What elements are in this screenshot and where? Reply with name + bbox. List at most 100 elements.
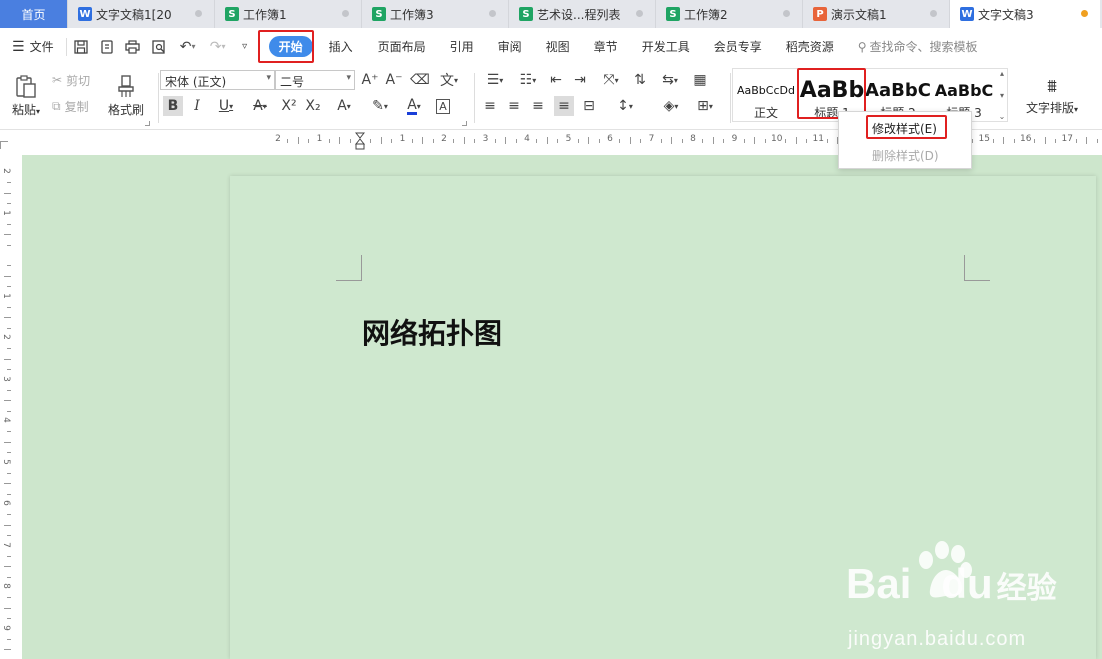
group-expand-corner (462, 121, 467, 126)
print-icon[interactable] (123, 28, 143, 65)
tab-chapter[interactable]: 章节 (582, 28, 630, 65)
divider (65, 37, 67, 56)
delete-style-menu-item[interactable]: 删除样式(D) (872, 147, 939, 164)
text-effect-icon[interactable]: A ▾ (329, 96, 359, 116)
align-center-icon[interactable]: ≡ (504, 96, 524, 116)
undo-icon[interactable]: ↶ ▾ (175, 28, 201, 65)
increase-indent-icon[interactable]: ⇥ (570, 70, 590, 90)
tab-references[interactable]: 引用 (438, 28, 486, 65)
close-icon[interactable] (783, 10, 790, 17)
print-preview-icon[interactable] (149, 28, 169, 65)
copy-button[interactable]: ⧉ 复制 (52, 97, 89, 115)
save-icon[interactable] (71, 28, 91, 65)
subscript-icon[interactable]: X₂ (303, 96, 323, 116)
tab-insert[interactable]: 插入 (323, 28, 366, 65)
ruler-tick (411, 139, 413, 143)
tab-workbook-2[interactable]: S 工作簿2 (656, 0, 803, 28)
ruler-number: 6 (0, 500, 11, 506)
text-layout-button[interactable]: ⩩ 文字排版▾ (1020, 69, 1084, 123)
close-icon[interactable] (342, 10, 349, 17)
spreadsheet-icon: S (666, 7, 680, 21)
cut-button[interactable]: ✂ 剪切 (52, 71, 90, 89)
sort-icon[interactable]: ⇅ (630, 70, 650, 90)
tab-view[interactable]: 视图 (534, 28, 582, 65)
tab-workbook-3[interactable]: S 工作簿3 (362, 0, 509, 28)
chinese-layout-icon[interactable]: ⤧ ▾ (596, 70, 626, 90)
tab-art-design-list[interactable]: S 艺术设...程列表 (509, 0, 656, 28)
ruler-tick (1044, 137, 1046, 144)
indent-marker[interactable] (354, 132, 366, 150)
ruler-tick (474, 139, 476, 143)
divider (158, 73, 159, 123)
close-icon[interactable] (489, 10, 496, 17)
menu-bar: ☰ 文件 ↶ ▾ ↷ ▾ ▿ 开始 插入 页面布局 引用 审阅 视图 章节 开发工具 … (0, 28, 1102, 65)
increase-font-size-icon[interactable]: A⁺ (360, 70, 380, 90)
borders-icon[interactable]: ⊞ ▾ (690, 96, 720, 116)
italic-icon[interactable]: I (187, 96, 207, 116)
ruler-number: 3 (0, 375, 11, 382)
tab-document-3[interactable]: W 文字文稿3 (950, 0, 1100, 28)
tab-label: 文字文稿1[20 (96, 7, 172, 22)
table-icon[interactable]: ▦ (690, 70, 710, 90)
ruler-tick (328, 139, 330, 143)
font-color-icon[interactable]: A ▾ (399, 96, 429, 116)
tab-page-layout[interactable]: 页面布局 (366, 28, 438, 65)
close-icon[interactable] (930, 10, 937, 17)
align-left-icon[interactable]: ≡ (480, 96, 500, 116)
chevron-down-icon[interactable]: ▾ (1000, 91, 1004, 100)
strikethrough-icon[interactable]: A ▾ (245, 96, 275, 116)
tab-docer-resources[interactable]: 稻壳资源 (774, 28, 846, 65)
expand-gallery-icon[interactable]: ⌄ (999, 112, 1006, 121)
tab-review[interactable]: 审阅 (486, 28, 534, 65)
superscript-icon[interactable]: X² (279, 96, 299, 116)
close-icon[interactable] (636, 10, 643, 17)
font-size-select[interactable]: 二号 ▾ (275, 70, 355, 90)
line-spacing-icon[interactable]: ↕ ▾ (610, 96, 640, 116)
distributed-align-icon[interactable]: ⊟ (579, 96, 599, 116)
style-normal[interactable]: AaBbCcDd 正文 (733, 74, 799, 124)
ruler-tick (992, 139, 994, 143)
ruler-number: 2 (275, 134, 281, 144)
decrease-font-size-icon[interactable]: A⁻ (384, 70, 404, 90)
phonetic-guide-icon[interactable]: 文 ▾ (434, 70, 464, 90)
bold-icon[interactable]: B (163, 96, 183, 116)
ruler-tick (370, 139, 372, 143)
unsaved-dot-icon[interactable] (1081, 10, 1088, 17)
ruler-tick (308, 139, 310, 143)
tab-workbook-1[interactable]: S 工作簿1 (215, 0, 362, 28)
show-hide-marks-icon[interactable]: ⇆ ▾ (655, 70, 685, 90)
underline-icon[interactable]: U ▾ (211, 96, 241, 116)
format-painter-button[interactable]: 格式刷 (104, 69, 148, 123)
clear-format-icon[interactable]: ⌫ (410, 70, 430, 90)
ruler-tick (7, 618, 11, 620)
highlight-color-icon[interactable]: ✎ ▾ (365, 96, 395, 116)
file-menu[interactable]: ☰ 文件 (0, 28, 62, 65)
tab-presentation-1[interactable]: P 演示文稿1 (803, 0, 950, 28)
character-border-icon[interactable]: A (433, 96, 453, 116)
tab-member-exclusive[interactable]: 会员专享 (702, 28, 774, 65)
ruler-tick (7, 348, 11, 350)
tab-home[interactable]: 首页 (0, 0, 68, 28)
redo-icon[interactable]: ↷ ▾ (205, 28, 231, 65)
tab-document-1[interactable]: W 文字文稿1[20 (68, 0, 215, 28)
ruler-tick (1013, 139, 1015, 143)
document-tab-bar: 首页 W 文字文稿1[20 S 工作簿1 S 工作簿3 S 艺术设...程列表 S 工作簿… (0, 0, 1102, 28)
command-search[interactable]: ⚲ 查找命令、搜索模板 (846, 28, 990, 65)
justify-icon[interactable]: ≡ (554, 96, 574, 116)
shading-icon[interactable]: ◈ ▾ (656, 96, 686, 116)
chevron-up-icon[interactable]: ▴ (1000, 69, 1004, 78)
bullet-list-icon[interactable]: ☰ ▾ (480, 70, 510, 90)
document-title-text[interactable]: 网络拓扑图 (362, 312, 502, 352)
tab-developer-tools[interactable]: 开发工具 (630, 28, 702, 65)
paste-button[interactable]: 粘贴▾ (6, 69, 46, 123)
margin-corner-top-right (964, 255, 990, 281)
customize-quick-access-icon[interactable]: ▿ (235, 28, 255, 65)
gallery-scroll[interactable]: ▴ ▾ ⌄ (997, 69, 1007, 121)
close-icon[interactable] (195, 10, 202, 17)
numbered-list-icon[interactable]: ☷ ▾ (513, 70, 543, 90)
export-pdf-icon[interactable] (97, 28, 117, 65)
font-name-select[interactable]: 宋体 (正文) ▾ (160, 70, 275, 90)
align-right-icon[interactable]: ≡ (528, 96, 548, 116)
ruler-number: 11 (812, 134, 824, 144)
decrease-indent-icon[interactable]: ⇤ (546, 70, 566, 90)
